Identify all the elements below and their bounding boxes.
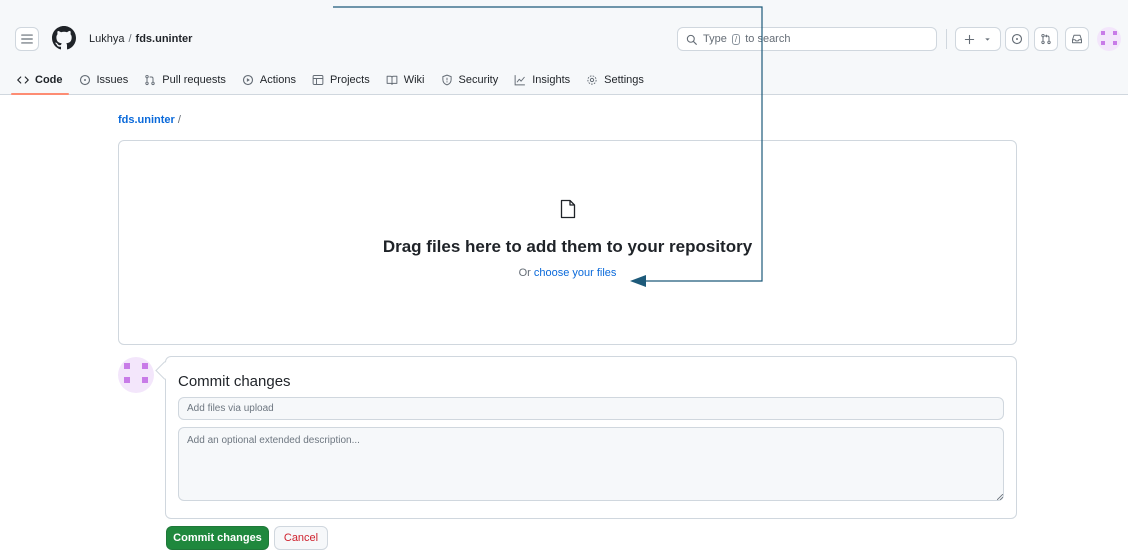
github-logo-icon[interactable] xyxy=(52,26,76,50)
repo-breadcrumb: Lukhya / fds.uninter xyxy=(89,33,192,45)
tab-label: Code xyxy=(35,73,63,86)
tab-actions[interactable]: Actions xyxy=(242,64,296,95)
create-new-button[interactable] xyxy=(955,27,1001,51)
drop-zone-subtitle: Or choose your files xyxy=(119,267,1016,279)
tab-security[interactable]: Security xyxy=(441,64,499,95)
code-icon xyxy=(17,75,29,84)
table-icon xyxy=(312,74,324,85)
search-suffix: to search xyxy=(745,33,791,45)
tab-label: Security xyxy=(458,73,499,86)
path-repo-link[interactable]: fds.uninter xyxy=(118,114,175,126)
drop-zone-or: Or xyxy=(518,267,531,279)
search-prefix: Type xyxy=(703,33,727,45)
commit-form: Commit changes xyxy=(165,356,1017,519)
tab-projects[interactable]: Projects xyxy=(312,64,370,95)
tab-label: Pull requests xyxy=(162,73,226,86)
commit-form-title: Commit changes xyxy=(178,373,291,390)
file-drop-zone[interactable]: Drag files here to add them to your repo… xyxy=(118,140,1017,345)
tab-issues[interactable]: Issues xyxy=(79,64,129,95)
search-icon xyxy=(686,34,697,45)
tab-insights[interactable]: Insights xyxy=(514,64,570,95)
tab-label: Projects xyxy=(329,73,370,86)
tab-label: Insights xyxy=(532,73,571,86)
tab-label: Wiki xyxy=(403,73,425,86)
pull-request-icon xyxy=(145,74,155,85)
choose-files-link[interactable]: choose your files xyxy=(534,267,617,279)
play-icon xyxy=(242,74,253,85)
book-icon xyxy=(386,75,398,85)
breadcrumb-separator: / xyxy=(128,33,132,45)
drop-zone-title: Drag files here to add them to your repo… xyxy=(382,237,753,256)
pull-requests-button[interactable] xyxy=(1034,27,1058,51)
identicon-icon xyxy=(124,363,148,383)
gear-icon xyxy=(587,74,597,85)
repo-tabs: Code Issues Pull requests Actions Projec… xyxy=(0,64,660,95)
tab-label: Issues xyxy=(96,73,129,86)
search-input[interactable]: Type / to search xyxy=(677,27,937,51)
pull-request-icon xyxy=(1041,33,1051,45)
tab-pull-requests[interactable]: Pull requests xyxy=(144,64,226,95)
path-separator: / xyxy=(177,114,181,126)
commit-author-avatar xyxy=(118,357,154,393)
tab-settings[interactable]: Settings xyxy=(586,64,644,95)
cancel-button[interactable]: Cancel xyxy=(274,526,328,550)
tab-label: Actions xyxy=(259,73,296,86)
graph-icon xyxy=(514,74,526,85)
plus-icon xyxy=(964,34,975,44)
tab-code[interactable]: Code xyxy=(11,64,68,95)
issues-button[interactable] xyxy=(1005,27,1029,51)
repo-link[interactable]: fds.uninter xyxy=(136,33,193,45)
global-header: Lukhya / fds.uninter Type / to search Code… xyxy=(0,0,1128,95)
inbox-button[interactable] xyxy=(1065,27,1089,51)
tab-label: Settings xyxy=(604,73,644,86)
owner-link[interactable]: Lukhya xyxy=(89,33,124,45)
identicon-icon xyxy=(1101,31,1117,45)
issue-opened-icon xyxy=(1011,33,1023,45)
user-avatar[interactable] xyxy=(1097,27,1121,51)
file-icon xyxy=(560,199,576,219)
commit-changes-button[interactable]: Commit changes xyxy=(166,526,269,550)
issue-opened-icon xyxy=(79,74,90,85)
resize-grip-icon[interactable] xyxy=(997,494,1003,500)
shield-icon xyxy=(441,74,452,85)
commit-summary-input[interactable] xyxy=(178,397,1004,420)
tab-wiki[interactable]: Wiki xyxy=(386,64,425,95)
menu-button[interactable] xyxy=(15,27,39,51)
triangle-down-icon xyxy=(985,37,990,41)
search-shortcut-key: / xyxy=(731,33,741,45)
upload-path-breadcrumb: fds.uninter / xyxy=(118,114,181,126)
header-divider xyxy=(946,29,947,49)
hamburger-icon xyxy=(21,34,33,44)
commit-description-input[interactable] xyxy=(178,427,1004,501)
inbox-icon xyxy=(1072,34,1082,44)
